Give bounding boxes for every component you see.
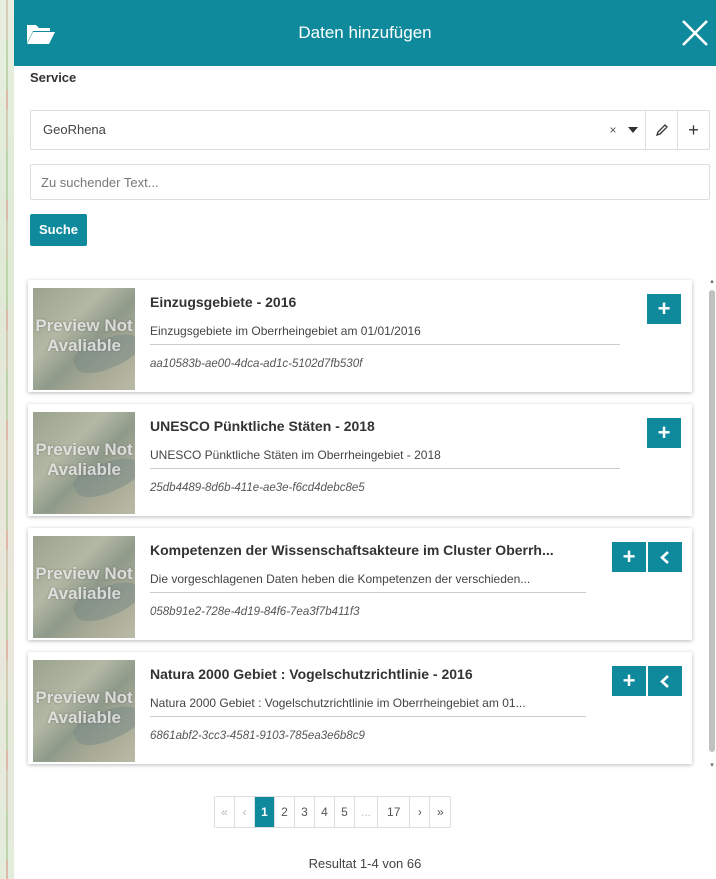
result-card: Preview Not Avaliable Einzugsgebiete - 20… [28, 280, 692, 392]
result-card: Preview Not Avaliable Natura 2000 Gebiet … [28, 652, 692, 764]
results-list: Preview Not Avaliable Einzugsgebiete - 20… [28, 280, 692, 776]
preview-placeholder-text: Preview Not Avaliable [35, 564, 133, 603]
page-last[interactable]: » [430, 797, 451, 827]
result-id: 25db4489-8d6b-411e-ae3e-f6cd4debc8e5 [150, 482, 365, 494]
page-next[interactable]: › [410, 797, 431, 827]
expand-details-button[interactable] [648, 542, 682, 572]
expand-details-button[interactable] [648, 666, 682, 696]
page-ellipsis: ... [355, 797, 379, 827]
result-card: Preview Not Avaliable Kompetenzen der Wis… [28, 528, 692, 640]
preview-placeholder-text: Preview Not Avaliable [35, 316, 133, 355]
preview-thumbnail: Preview Not Avaliable [33, 660, 135, 762]
page-prev[interactable]: ‹ [235, 797, 255, 827]
page-first[interactable]: « [215, 797, 235, 827]
clear-selection-icon[interactable]: × [605, 111, 621, 149]
scrollbar-thumb[interactable] [709, 290, 715, 752]
result-description: Einzugsgebiete im Oberrheingebiet am 01/… [150, 324, 620, 345]
add-layer-button[interactable]: + [647, 294, 681, 324]
add-layer-button[interactable]: + [612, 666, 646, 696]
page-5[interactable]: 5 [335, 797, 355, 827]
result-count: Resultat 1-4 von 66 [308, 856, 422, 871]
search-input[interactable] [30, 164, 710, 200]
scroll-up-arrow-icon[interactable]: ▴ [709, 278, 715, 286]
result-title: Kompetenzen der Wissenschaftsakteure im … [150, 542, 554, 558]
pencil-icon [655, 124, 668, 137]
map-background [0, 0, 14, 879]
preview-placeholder-text: Preview Not Avaliable [35, 688, 133, 727]
result-description: Die vorgeschlagenen Daten heben die Komp… [150, 572, 586, 593]
dialog-title: Daten hinzufügen [298, 23, 432, 42]
result-id: aa10583b-ae00-4dca-ad1c-5102d7fb530f [150, 358, 363, 370]
add-layer-button[interactable]: + [612, 542, 646, 572]
page-3[interactable]: 3 [295, 797, 315, 827]
edit-service-button[interactable] [645, 111, 677, 149]
service-select[interactable]: GeoRhena × + [30, 110, 710, 150]
chevron-left-icon [660, 675, 669, 688]
page-1[interactable]: 1 [255, 797, 275, 827]
result-card: Preview Not Avaliable UNESCO Pünktliche S… [28, 404, 692, 516]
pagination: « ‹ 1 2 3 4 5 ... 17 › » [214, 796, 452, 828]
result-title: Natura 2000 Gebiet : Vogelschutzrichtlin… [150, 666, 473, 682]
caret-down-icon[interactable] [621, 111, 645, 149]
add-service-button[interactable]: + [677, 111, 709, 149]
page-4[interactable]: 4 [315, 797, 335, 827]
preview-thumbnail: Preview Not Avaliable [33, 536, 135, 638]
add-data-dialog: Daten hinzufügen Service GeoRhena × + Su… [14, 0, 716, 879]
result-id: 6861abf2-3cc3-4581-9103-785ea3e6b8c9 [150, 730, 365, 742]
preview-thumbnail: Preview Not Avaliable [33, 412, 135, 514]
preview-thumbnail: Preview Not Avaliable [33, 288, 135, 390]
page-2[interactable]: 2 [275, 797, 295, 827]
preview-placeholder-text: Preview Not Avaliable [35, 440, 133, 479]
dialog-header: Daten hinzufügen [14, 0, 716, 66]
close-icon[interactable] [680, 18, 710, 48]
result-title: Einzugsgebiete - 2016 [150, 294, 297, 310]
service-selected-value[interactable]: GeoRhena [31, 111, 605, 149]
results-scrollbar[interactable]: ▴ ▾ [708, 278, 716, 770]
scroll-down-arrow-icon[interactable]: ▾ [709, 762, 715, 770]
page-17[interactable]: 17 [378, 797, 411, 827]
result-title: UNESCO Pünktliche Stäten - 2018 [150, 418, 375, 434]
chevron-left-icon [660, 551, 669, 564]
service-label: Service [30, 70, 77, 85]
result-id: 058b91e2-728e-4d19-84f6-7ea3f7b411f3 [150, 606, 360, 618]
result-description: Natura 2000 Gebiet : Vogelschutzrichtlin… [150, 696, 586, 717]
add-layer-button[interactable]: + [647, 418, 681, 448]
result-description: UNESCO Pünktliche Stäten im Oberrheingeb… [150, 448, 620, 469]
search-button[interactable]: Suche [30, 214, 88, 246]
